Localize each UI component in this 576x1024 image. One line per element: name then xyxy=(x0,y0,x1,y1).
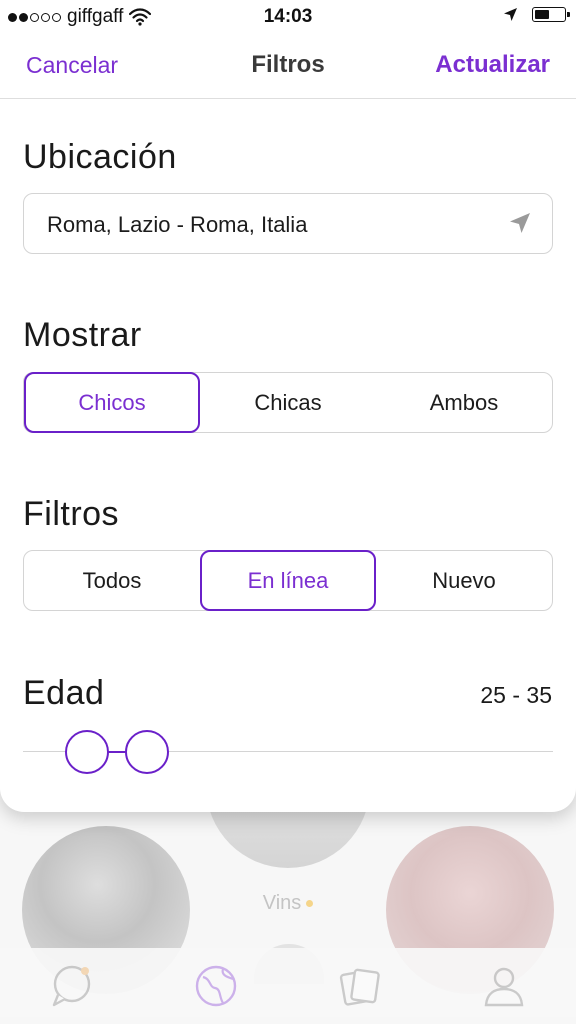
age-range-label: 25 - 35 xyxy=(480,682,552,708)
age-slider-min-thumb[interactable] xyxy=(65,730,109,774)
show-heading: Mostrar xyxy=(23,316,142,354)
filter-option-todos[interactable]: Todos xyxy=(24,551,200,610)
age-slider-max-thumb[interactable] xyxy=(125,730,169,774)
tab-profile[interactable] xyxy=(474,956,534,1016)
filters-sheet: giffgaff 14:03 Cancelar Filtros Actualiz… xyxy=(0,0,576,812)
tab-bar xyxy=(0,948,576,1024)
show-option-ambos[interactable]: Ambos xyxy=(376,373,552,432)
filter-option-en-linea[interactable]: En línea xyxy=(200,550,376,611)
status-bar: giffgaff 14:03 xyxy=(0,0,576,34)
location-arrow-icon[interactable] xyxy=(508,211,532,235)
age-heading: Edad xyxy=(23,674,105,712)
filters-heading: Filtros xyxy=(23,495,120,533)
status-time: 14:03 xyxy=(263,6,313,27)
chat-icon xyxy=(52,965,91,1007)
location-services-icon xyxy=(504,8,517,21)
profile-icon xyxy=(484,967,524,1007)
tab-chat[interactable] xyxy=(42,956,102,1016)
tab-explore[interactable] xyxy=(186,956,246,1016)
location-field[interactable]: Roma, Lazio - Roma, Italia xyxy=(23,193,553,254)
filter-option-nuevo[interactable]: Nuevo xyxy=(376,551,552,610)
cards-icon xyxy=(339,968,380,1006)
battery-icon xyxy=(532,7,570,22)
globe-icon xyxy=(195,965,237,1007)
show-segmented-control: Chicos Chicas Ambos xyxy=(23,372,553,433)
tab-encounters[interactable] xyxy=(330,956,390,1016)
show-option-chicas[interactable]: Chicas xyxy=(200,373,376,432)
profile-name: Vins xyxy=(0,892,576,915)
show-option-chicos[interactable]: Chicos xyxy=(24,372,200,433)
location-value: Roma, Lazio - Roma, Italia xyxy=(47,212,308,237)
filters-segmented-control: Todos En línea Nuevo xyxy=(23,550,553,611)
navigation-bar: Cancelar Filtros Actualizar xyxy=(0,34,576,99)
online-indicator xyxy=(306,900,314,908)
update-button[interactable]: Actualizar xyxy=(435,51,550,79)
location-heading: Ubicación xyxy=(23,138,177,176)
